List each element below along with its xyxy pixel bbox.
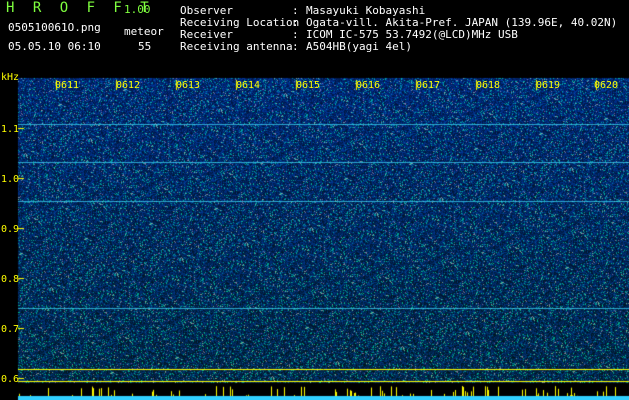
y-tick-label: 0.7: [1, 324, 20, 335]
y-tick-label: 1.1: [1, 124, 20, 135]
time-tick-label: 0613: [176, 80, 201, 91]
y-axis-unit: kHz: [1, 72, 20, 83]
meteor-count: 55: [138, 40, 152, 53]
time-tick-label: 0611: [55, 80, 80, 91]
antenna-label: Receiving antenna: [180, 40, 293, 53]
time-tick-label: 0615: [296, 80, 321, 91]
time-tick-label: 0617: [416, 80, 441, 91]
time-tick-label: 0616: [356, 80, 381, 91]
time-tick-label: 0620: [594, 80, 619, 91]
y-tick-label: 0.9: [1, 224, 20, 235]
time-tick-label: 0614: [236, 80, 261, 91]
timestamp: 05.05.10 06:10: [8, 40, 101, 53]
time-tick-label: 0612: [116, 80, 141, 91]
y-tick-label: 0.8: [1, 274, 20, 285]
time-tick-label: 0618: [476, 80, 501, 91]
meteor-label: meteor: [124, 25, 164, 38]
y-tick-label: 1.0: [1, 174, 20, 185]
spectrogram-canvas: [0, 0, 629, 400]
antenna-value: A504HB(yagi 4el): [306, 40, 412, 53]
app-version: 1.00: [124, 3, 151, 16]
time-tick-label: 0619: [536, 80, 561, 91]
file-name: 050510061O.png: [8, 21, 101, 34]
antenna-sep: :: [292, 40, 299, 53]
y-tick-label: 0.6: [1, 374, 20, 385]
